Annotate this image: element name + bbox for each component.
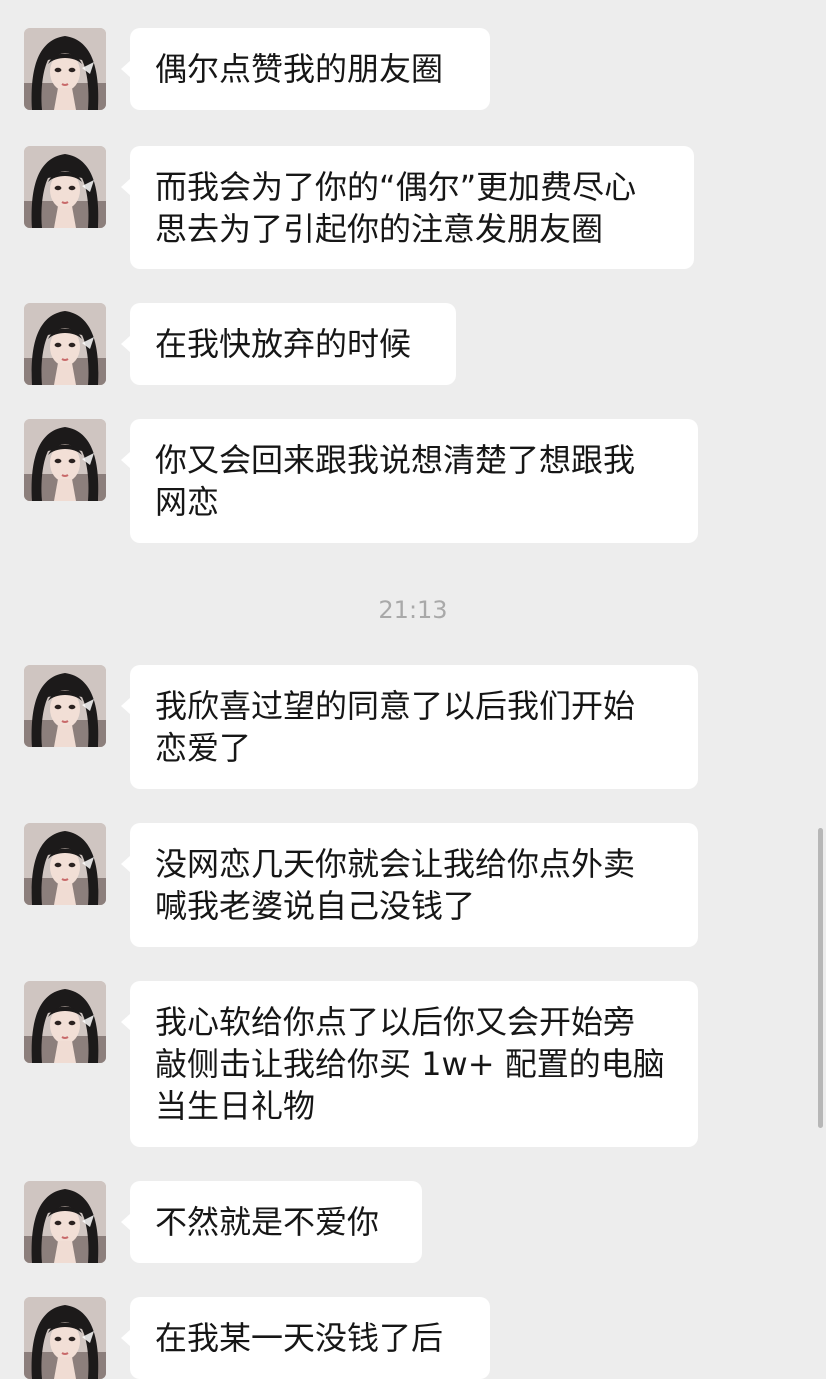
message-bubble[interactable]: 偶尔点赞我的朋友圈 — [121, 28, 490, 110]
chat-scrollbar[interactable] — [818, 828, 823, 1128]
girl-selfie-avatar-icon[interactable] — [24, 1181, 106, 1263]
message-bubble[interactable]: 我心软给你点了以后你又会开始旁 敲侧击让我给你买 1w+ 配置的电脑 当生日礼物 — [121, 981, 698, 1147]
message-bubble[interactable]: 在我快放弃的时候 — [121, 303, 456, 385]
message-bubble[interactable]: 没网恋几天你就会让我给你点外卖 喊我老婆说自己没钱了 — [121, 823, 698, 947]
girl-selfie-avatar-icon[interactable] — [24, 303, 106, 385]
chat-view: 偶尔点赞我的朋友圈 而我会为了你的“偶尔”更加费尽心 思去为了引起你的注意发朋友… — [0, 0, 826, 1379]
message-bubble[interactable]: 我欣喜过望的同意了以后我们开始 恋爱了 — [121, 665, 698, 789]
girl-selfie-avatar-icon[interactable] — [24, 1297, 106, 1379]
message-bubble[interactable]: 而我会为了你的“偶尔”更加费尽心 思去为了引起你的注意发朋友圈 — [121, 146, 694, 269]
girl-selfie-avatar-icon[interactable] — [24, 146, 106, 228]
girl-selfie-avatar-icon[interactable] — [24, 981, 106, 1063]
message-bubble[interactable]: 不然就是不爱你 — [121, 1181, 422, 1263]
girl-selfie-avatar-icon[interactable] — [24, 823, 106, 905]
message-bubble[interactable]: 在我某一天没钱了后 — [121, 1297, 490, 1379]
message-bubble[interactable]: 你又会回来跟我说想清楚了想跟我 网恋 — [121, 419, 698, 543]
girl-selfie-avatar-icon[interactable] — [24, 419, 106, 501]
message-timestamp: 21:13 — [378, 596, 448, 624]
girl-selfie-avatar-icon[interactable] — [24, 665, 106, 747]
girl-selfie-avatar-icon[interactable] — [24, 28, 106, 110]
